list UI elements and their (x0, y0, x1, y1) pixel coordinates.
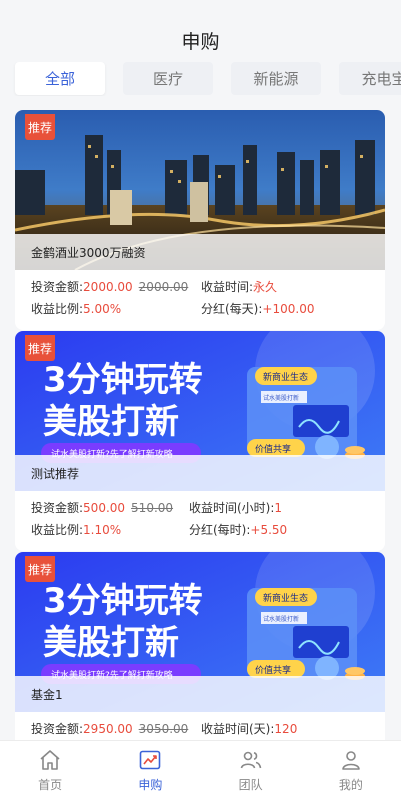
invest-label: 投资金额: (31, 501, 84, 515)
invest-original: 510.00 (131, 501, 174, 515)
product-card[interactable]: 3分钟玩转 美股打新 试水美股打新?先了解打新攻略 新商业生态 试水美股打新 价… (15, 552, 385, 772)
tab-new-energy[interactable]: 新能源 (231, 62, 321, 95)
product-card[interactable]: 推荐 金鹤酒业3000万融资 投资金额:2000.00 2000.00 收益时间:… (15, 110, 385, 330)
promo-tag-mid: 试水美股打新 (263, 394, 299, 402)
tab-power-bank[interactable]: 充电宝 (339, 62, 401, 95)
invest-label: 投资金额: (31, 722, 84, 736)
ratio-label: 收益比例: (31, 523, 84, 537)
dividend-label: 分红(每天): (201, 302, 263, 316)
invest-value: 2000.00 (83, 280, 133, 294)
page-header: 申购 (0, 0, 401, 58)
promo-tag-top: 新商业生态 (263, 371, 308, 383)
product-info: 投资金额:2000.00 2000.00 收益时间:永久 收益比例:5.00% 分… (15, 270, 385, 330)
promo-line1: 3分钟玩转 (43, 360, 203, 400)
nav-team[interactable]: 团队 (201, 741, 301, 799)
dividend-label: 分红(每时): (189, 523, 251, 537)
promo-line2: 美股打新 (43, 623, 179, 663)
bottom-nav: 首页 申购 团队 我的 (0, 740, 401, 799)
page-title: 申购 (181, 30, 220, 53)
ratio-value: 5.00% (83, 302, 122, 316)
product-banner-image: 3分钟玩转 美股打新 试水美股打新?先了解打新攻略 新商业生态 试水美股打新 价… (15, 331, 385, 491)
product-info: 投资金额:500.00 510.00 收益时间(小时):1 收益比例:1.10% … (15, 491, 385, 551)
recommend-badge: 推荐 (25, 114, 55, 140)
nav-mine[interactable]: 我的 (301, 741, 401, 799)
invest-label: 投资金额: (31, 280, 84, 294)
ratio-label: 收益比例: (31, 302, 84, 316)
recommend-badge: 推荐 (25, 556, 55, 582)
tab-all[interactable]: 全部 (15, 62, 105, 95)
team-icon (240, 751, 261, 768)
ratio-value: 1.10% (83, 523, 122, 537)
trend-chart-icon (140, 750, 161, 769)
home-icon (40, 749, 60, 770)
promo-tag-mid: 试水美股打新 (263, 615, 299, 623)
product-card[interactable]: 3分钟玩转 美股打新 试水美股打新?先了解打新攻略 新商业生态 试水美股打新 价… (15, 331, 385, 551)
user-icon (342, 750, 360, 770)
promo-tag-bottom: 价值共享 (255, 664, 291, 676)
product-banner-image: 推荐 金鹤酒业3000万融资 (15, 110, 385, 270)
promo-tag-bottom: 价值共享 (255, 443, 291, 455)
period-label: 收益时间(小时): (189, 501, 275, 515)
recommend-badge: 推荐 (25, 335, 55, 361)
promo-tag-top: 新商业生态 (263, 592, 308, 604)
invest-value: 500.00 (83, 501, 126, 515)
tab-medical[interactable]: 医疗 (123, 62, 213, 95)
dividend-value: +5.50 (250, 523, 288, 537)
invest-original: 3050.00 (138, 722, 189, 736)
product-name: 测试推荐 (15, 455, 385, 491)
promo-line2: 美股打新 (43, 402, 179, 442)
period-value: 1 (274, 501, 283, 515)
invest-original: 2000.00 (138, 280, 189, 294)
promo-line1: 3分钟玩转 (43, 581, 203, 621)
invest-value: 2950.00 (83, 722, 133, 736)
nav-team-label: 团队 (238, 777, 263, 792)
period-label: 收益时间: (201, 280, 254, 294)
nav-subscribe[interactable]: 申购 (100, 741, 200, 799)
period-label: 收益时间(天): (201, 722, 275, 736)
product-name: 基金1 (15, 676, 385, 712)
nav-home[interactable]: 首页 (0, 741, 100, 799)
period-value: 永久 (253, 280, 278, 294)
period-value: 120 (274, 722, 298, 736)
nav-mine-label: 我的 (338, 777, 363, 792)
category-tabs: 全部 医疗 新能源 充电宝 (0, 62, 401, 96)
product-name: 金鹤酒业3000万融资 (15, 234, 385, 270)
dividend-value: +100.00 (262, 302, 315, 316)
nav-home-label: 首页 (38, 777, 63, 792)
product-banner-image: 3分钟玩转 美股打新 试水美股打新?先了解打新攻略 新商业生态 试水美股打新 价… (15, 552, 385, 712)
nav-subscribe-label: 申购 (138, 777, 163, 792)
